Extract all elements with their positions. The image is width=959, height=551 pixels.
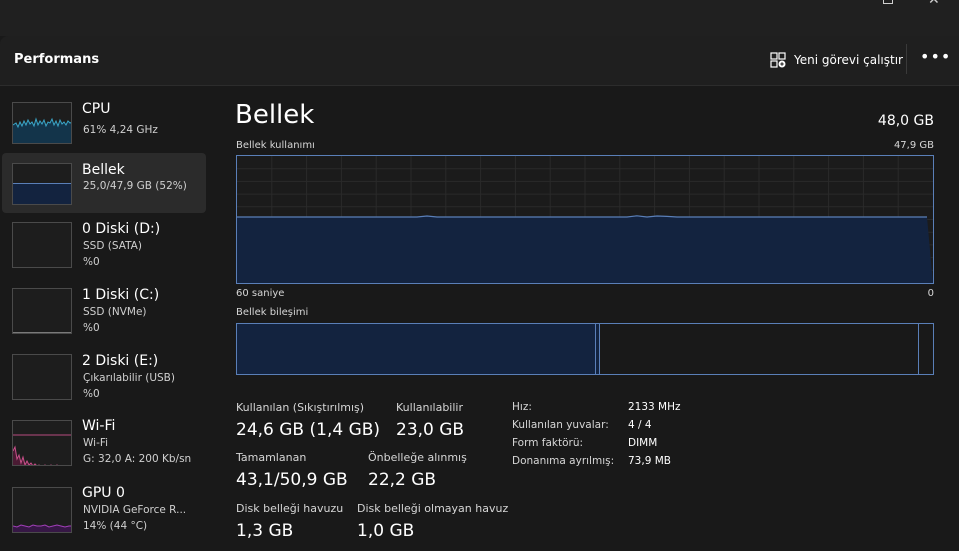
sidebar-item-detail-2: 14% (44 °C) — [83, 520, 148, 532]
memory-usage-area — [237, 215, 933, 283]
disk-0-thumbnail-graph — [12, 222, 72, 268]
usage-graph-label: Bellek kullanımı — [236, 140, 315, 151]
time-axis-start: 60 saniye — [236, 288, 285, 299]
sidebar-item-label: Bellek — [82, 162, 125, 178]
sidebar-item-cpu[interactable]: CPU 61% 4,24 GHz — [2, 92, 206, 152]
sidebar-item-memory[interactable]: Bellek 25,0/47,9 GB (52%) — [2, 153, 206, 213]
sidebar-item-detail: Wi-Fi — [83, 437, 109, 449]
spec-speed-value: 2133 MHz — [628, 401, 681, 413]
sidebar-item-label: CPU — [82, 101, 111, 117]
run-new-task-button[interactable]: Yeni görevi çalıştır — [770, 50, 903, 70]
page-title: Performans — [14, 52, 100, 67]
sidebar-item-detail: SSD (SATA) — [83, 240, 142, 252]
paged-pool-value: 1,3 GB — [236, 521, 294, 541]
committed-value: 43,1/50,9 GB — [236, 470, 348, 490]
memory-usage-line — [237, 215, 927, 218]
sidebar-item-label: GPU 0 — [82, 485, 125, 501]
header-divider — [906, 44, 907, 74]
disk-2-thumbnail-graph — [12, 354, 72, 400]
sidebar-item-label: Wi-Fi — [82, 418, 116, 434]
memory-composition-bar — [236, 323, 934, 375]
available-value: 23,0 GB — [396, 420, 465, 440]
total-memory: 48,0 GB — [877, 113, 934, 129]
spec-form-factor-value: DIMM — [628, 437, 658, 449]
sidebar-item-detail: 25,0/47,9 GB (52%) — [83, 180, 187, 192]
sidebar-item-disk-0[interactable]: 0 Diski (D:) SSD (SATA) %0 — [2, 214, 206, 274]
close-icon[interactable]: ✕ — [928, 0, 942, 8]
sidebar-item-detail: Çıkarılabilir (USB) — [83, 372, 175, 384]
sidebar-item-detail-2: %0 — [83, 322, 100, 334]
composition-label: Bellek bileşimi — [236, 307, 309, 318]
sidebar-item-detail: NVIDIA GeForce R... — [83, 504, 187, 516]
spec-speed-label: Hız: — [512, 401, 532, 413]
more-options-icon[interactable]: ••• — [920, 49, 950, 71]
sidebar-item-label: 2 Diski (E:) — [82, 353, 159, 369]
paged-pool-label: Disk belleği havuzu — [236, 502, 344, 515]
run-task-icon — [770, 52, 786, 68]
sidebar-item-gpu-0[interactable]: GPU 0 NVIDIA GeForce R... 14% (44 °C) — [2, 478, 206, 538]
spec-form-factor-label: Form faktörü: — [512, 437, 584, 449]
sidebar-item-disk-2[interactable]: 2 Diski (E:) Çıkarılabilir (USB) %0 — [2, 346, 206, 406]
nonpaged-pool-value: 1,0 GB — [357, 521, 415, 541]
memory-usage-graph — [236, 155, 934, 284]
resource-title: Bellek — [235, 100, 315, 130]
in-use-label: Kullanılan (Sıkıştırılmış) — [236, 401, 365, 414]
wifi-thumbnail-graph — [12, 420, 72, 466]
spec-slots-label: Kullanılan yuvalar: — [512, 419, 609, 431]
composition-standby[interactable] — [600, 324, 919, 374]
sidebar-item-wifi[interactable]: Wi-Fi Wi-Fi G: 32,0 A: 200 Kb/sn — [2, 412, 206, 472]
memory-thumbnail-graph — [12, 163, 72, 205]
gpu-thumbnail-graph — [12, 487, 72, 533]
disk-1-thumbnail-graph — [12, 288, 72, 334]
usage-graph-max: 47,9 GB — [893, 140, 934, 151]
sidebar-item-detail: SSD (NVMe) — [83, 306, 147, 318]
available-label: Kullanılabilir — [396, 401, 463, 414]
window-titlebar: ✕ — [0, 0, 959, 36]
maximize-icon[interactable] — [883, 0, 893, 4]
spec-reserved-value: 73,9 MB — [628, 455, 671, 467]
in-use-value: 24,6 GB (1,4 GB) — [236, 420, 381, 440]
time-axis-end: 0 — [927, 288, 934, 299]
run-task-label: Yeni görevi çalıştır — [794, 53, 903, 67]
committed-label: Tamamlanan — [236, 451, 307, 464]
sidebar: CPU 61% 4,24 GHz Bellek 25,0/47,9 GB (52… — [0, 87, 210, 551]
sidebar-item-detail: 61% 4,24 GHz — [83, 124, 158, 136]
sidebar-item-label: 0 Diski (D:) — [82, 221, 161, 237]
sidebar-item-label: 1 Diski (C:) — [82, 287, 160, 303]
sidebar-item-disk-1[interactable]: 1 Diski (C:) SSD (NVMe) %0 — [2, 280, 206, 340]
sidebar-item-detail-2: G: 32,0 A: 200 Kb/sn — [83, 453, 192, 465]
memory-thumbnail-fill — [13, 183, 71, 204]
sidebar-item-detail-2: %0 — [83, 388, 100, 400]
composition-free[interactable] — [919, 324, 933, 374]
spec-slots-value: 4 / 4 — [628, 419, 652, 431]
nonpaged-pool-label: Disk belleği olmayan havuz — [357, 502, 509, 515]
page-header: Performans Yeni görevi çalıştır ••• — [0, 36, 959, 86]
cached-value: 22,2 GB — [368, 470, 437, 490]
cpu-thumbnail-graph — [12, 102, 72, 144]
sidebar-item-detail-2: %0 — [83, 256, 100, 268]
spec-reserved-label: Donanıma ayrılmış: — [512, 455, 615, 467]
cached-label: Önbelleğe alınmış — [368, 451, 467, 464]
composition-in-use[interactable] — [237, 324, 596, 374]
memory-usage-graph-svg — [237, 156, 933, 283]
